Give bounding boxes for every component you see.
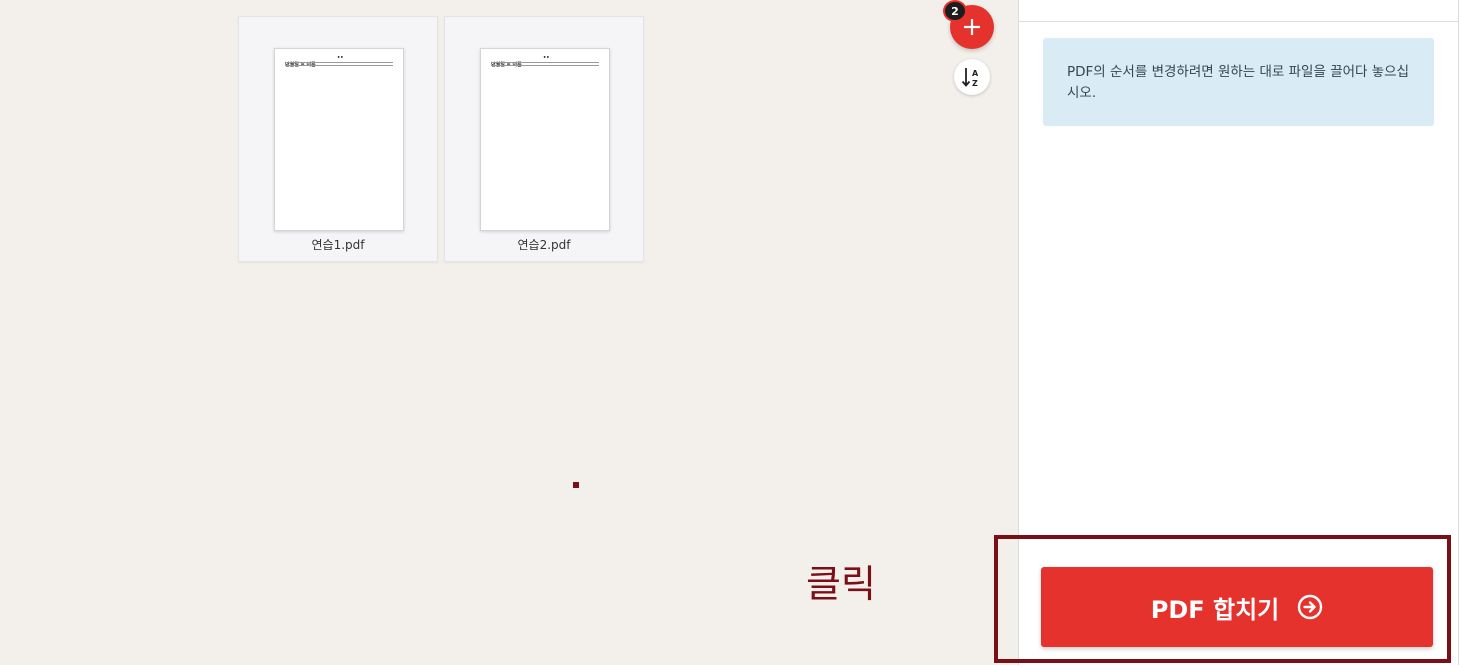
file-name: 연습1.pdf: [311, 238, 365, 252]
thumbnail-line: [491, 62, 599, 63]
sort-button[interactable]: A Z: [954, 59, 990, 95]
svg-text:Z: Z: [972, 79, 978, 88]
merge-pdf-button[interactable]: PDF 합치기: [1041, 567, 1433, 647]
plus-icon: [964, 19, 980, 35]
file-card[interactable]: •• 년월일 = 이름 연습1.pdf: [238, 16, 438, 262]
click-annotation: 클릭: [806, 562, 876, 606]
sort-az-icon: A Z: [961, 68, 979, 88]
thumbnail-line: [491, 65, 599, 66]
thumbnail-heading: ••: [543, 55, 550, 61]
file-name: 연습2.pdf: [517, 238, 571, 252]
pdf-thumbnail: •• 년월일 = 이름: [274, 48, 404, 231]
merge-button-label: PDF 합치기: [1150, 595, 1280, 624]
thumbnail-line: [285, 65, 393, 66]
info-text: PDF의 순서를 변경하려면 원하는 대로 파일을 끌어다 놓으십시오.: [1067, 64, 1409, 101]
file-count-badge: 2: [943, 0, 967, 22]
thumbnail-line: [285, 62, 393, 63]
thumbnail-heading: ••: [337, 55, 344, 61]
file-card[interactable]: •• 년월일 = 이름 연습2.pdf: [444, 16, 644, 262]
file-workspace: •• 년월일 = 이름 연습1.pdf •• 년월일 = 이름 연습2.pdf …: [0, 0, 1018, 665]
sidebar-header: [1019, 0, 1458, 22]
arrow-right-circle-icon: [1297, 594, 1323, 620]
svg-text:A: A: [972, 69, 979, 78]
info-message: PDF의 순서를 변경하려면 원하는 대로 파일을 끌어다 놓으십시오.: [1043, 38, 1434, 126]
pdf-thumbnail: •• 년월일 = 이름: [480, 48, 610, 231]
annotation-dot: [573, 482, 579, 488]
